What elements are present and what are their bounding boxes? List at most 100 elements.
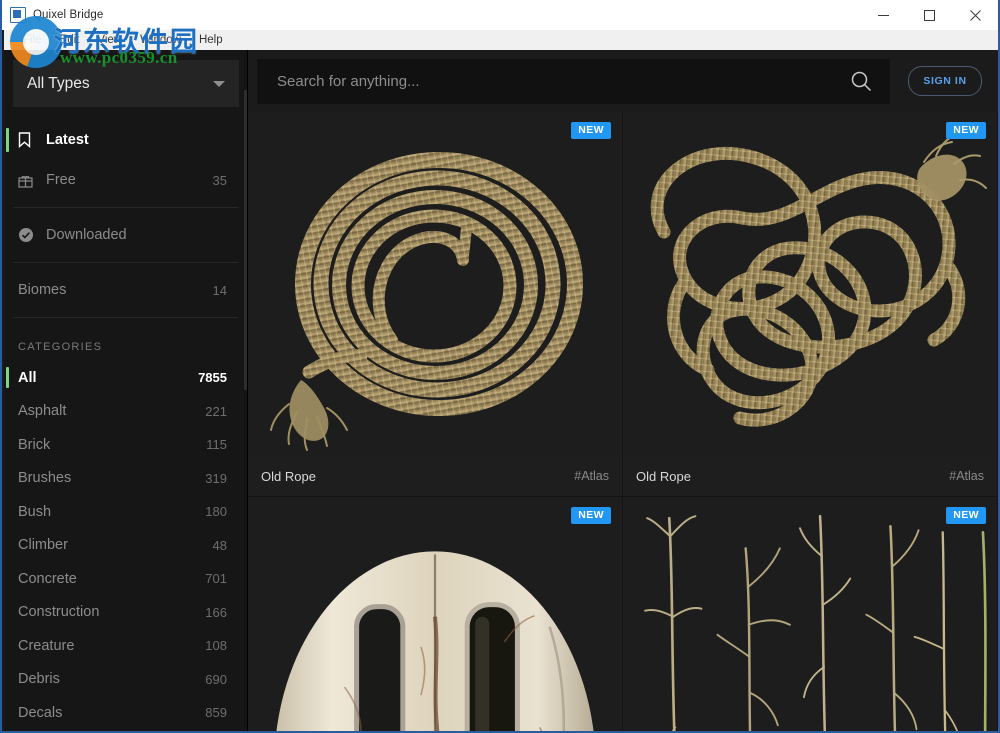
categories-header: CATEGORIES <box>18 341 103 353</box>
sidebar-category-all[interactable]: All 7855 <box>4 361 247 395</box>
asset-card[interactable]: NEW <box>248 497 623 731</box>
active-accent-bar <box>6 501 9 522</box>
main-panel: SIGN IN <box>248 50 998 731</box>
close-button[interactable] <box>952 0 998 30</box>
asset-card[interactable]: NEW Old Rope #Atlas <box>248 112 623 497</box>
active-accent-bar <box>6 434 9 455</box>
new-badge: NEW <box>946 122 986 139</box>
sidebar-item-free[interactable]: Free 35 <box>4 160 247 200</box>
sidebar: All Types Latest Free 35 Downloaded Biom… <box>4 50 248 731</box>
twigs-artwork <box>623 497 997 731</box>
sidebar-item-free-label: Free <box>46 172 76 188</box>
new-badge: NEW <box>571 122 611 139</box>
sidebar-category-debris-count: 690 <box>205 671 227 687</box>
type-filter-label: All Types <box>27 74 90 92</box>
sidebar-category-debris[interactable]: Debris 690 <box>4 663 247 697</box>
sign-in-button[interactable]: SIGN IN <box>908 66 982 96</box>
asset-tag: #Atlas <box>574 469 609 483</box>
sidebar-category-climber[interactable]: Climber 48 <box>4 529 247 563</box>
sidebar-category-creature-count: 108 <box>205 638 227 654</box>
sidebar-item-downloaded[interactable]: Downloaded <box>4 215 247 255</box>
asset-thumbnail <box>623 112 997 457</box>
asset-card[interactable]: NEW <box>623 497 998 731</box>
minimize-button[interactable] <box>860 0 906 30</box>
sidebar-category-brushes-count: 319 <box>205 470 227 486</box>
maximize-button[interactable] <box>906 0 952 30</box>
helmet-artwork <box>248 497 622 731</box>
sidebar-item-biomes-label: Biomes <box>18 282 67 298</box>
sidebar-category-all-label: All <box>18 369 37 386</box>
sidebar-category-concrete-count: 701 <box>205 571 227 587</box>
menu-item-window[interactable]: Window <box>131 30 190 50</box>
active-accent-bar <box>6 367 9 388</box>
sidebar-category-brick[interactable]: Brick 115 <box>4 428 247 462</box>
rope-tangle-artwork <box>623 112 997 457</box>
sidebar-scrollbar-thumb[interactable] <box>244 90 247 390</box>
active-accent-bar <box>6 535 9 556</box>
window-title: Quixel Bridge <box>33 9 104 21</box>
asset-card[interactable]: NEW Old Rope #Atlas <box>623 112 998 497</box>
bookmark-icon <box>18 132 38 148</box>
sidebar-category-decals-count: 859 <box>205 705 227 721</box>
content-area: All Types Latest Free 35 Downloaded Biom… <box>4 50 998 731</box>
active-accent-bar <box>6 602 9 623</box>
app-icon <box>10 7 26 23</box>
sidebar-item-latest[interactable]: Latest <box>4 120 247 160</box>
active-accent-bar <box>6 702 9 723</box>
asset-thumbnail <box>248 497 622 731</box>
asset-thumbnail <box>248 112 622 457</box>
sidebar-category-climber-label: Climber <box>18 537 68 554</box>
sidebar-category-construction-count: 166 <box>205 604 227 620</box>
sidebar-item-latest-label: Latest <box>46 132 89 148</box>
menu-item-edit[interactable]: Edit <box>51 30 89 50</box>
chevron-down-icon <box>213 80 225 87</box>
menu-item-file[interactable]: File <box>14 30 51 50</box>
type-filter-dropdown[interactable]: All Types <box>13 60 239 107</box>
new-badge: NEW <box>946 507 986 524</box>
sidebar-category-bush-count: 180 <box>205 504 227 520</box>
sidebar-category-concrete[interactable]: Concrete 701 <box>4 562 247 596</box>
asset-meta: Old Rope #Atlas <box>623 456 997 496</box>
sidebar-category-debris-label: Debris <box>18 671 60 688</box>
search-input[interactable] <box>275 71 850 91</box>
sidebar-category-creature[interactable]: Creature 108 <box>4 629 247 663</box>
sidebar-category-all-count: 7855 <box>198 370 227 386</box>
sidebar-divider <box>13 207 238 208</box>
sidebar-category-concrete-label: Concrete <box>18 570 77 587</box>
sidebar-category-asphalt[interactable]: Asphalt 221 <box>4 395 247 429</box>
app-window: Quixel Bridge File Edit View Window Help… <box>0 0 1000 733</box>
search-bar[interactable] <box>257 58 890 104</box>
sidebar-category-construction[interactable]: Construction 166 <box>4 596 247 630</box>
sidebar-item-biomes-count: 14 <box>212 282 227 298</box>
new-badge: NEW <box>571 507 611 524</box>
sidebar-category-decals-label: Decals <box>18 704 63 721</box>
sidebar-nav: Latest Free 35 Downloaded Biomes 14 CATE… <box>4 120 247 731</box>
sidebar-divider <box>13 262 238 263</box>
asset-tag: #Atlas <box>949 469 984 483</box>
sidebar-category-asphalt-label: Asphalt <box>18 403 67 420</box>
active-accent-bar <box>6 278 9 302</box>
sign-in-label: SIGN IN <box>923 75 967 87</box>
sidebar-item-biomes[interactable]: Biomes 14 <box>4 270 247 310</box>
rope-coil-artwork <box>248 112 622 457</box>
check-circle-icon <box>18 227 38 243</box>
sidebar-category-decals[interactable]: Decals 859 <box>4 696 247 730</box>
active-accent-bar <box>6 635 9 656</box>
gift-icon <box>18 173 38 188</box>
sidebar-category-bush[interactable]: Bush 180 <box>4 495 247 529</box>
sidebar-category-brushes[interactable]: Brushes 319 <box>4 462 247 496</box>
search-icon[interactable] <box>850 70 872 92</box>
sidebar-divider <box>13 317 238 318</box>
sidebar-item-downloaded-label: Downloaded <box>46 227 127 243</box>
sidebar-category-creature-label: Creature <box>18 637 75 654</box>
sidebar-scrollbar[interactable] <box>244 50 247 731</box>
sidebar-category-bush-label: Bush <box>18 503 52 520</box>
asset-grid: NEW Old Rope #Atlas NEW Old Rope #Atlas … <box>248 112 998 731</box>
active-accent-bar <box>6 669 9 690</box>
sidebar-category-climber-count: 48 <box>212 537 227 553</box>
asset-name: Old Rope <box>636 468 691 484</box>
sidebar-category-asphalt-count: 221 <box>205 403 227 419</box>
menu-item-view[interactable]: View <box>88 30 131 50</box>
menu-item-help[interactable]: Help <box>190 30 232 50</box>
sidebar-category-brushes-label: Brushes <box>18 470 72 487</box>
